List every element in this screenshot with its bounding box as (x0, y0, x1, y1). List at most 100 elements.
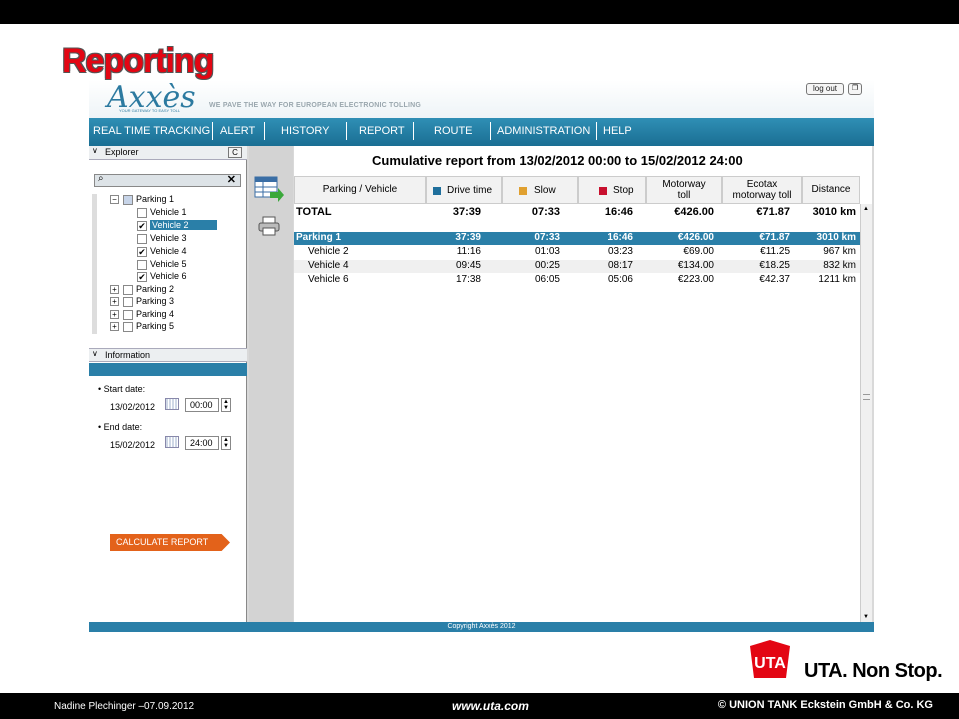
chevron-down-icon: ∨ (92, 349, 98, 358)
scroll-up-icon[interactable]: ▲ (863, 206, 869, 212)
report-scrollbar[interactable]: ▲ ▼ (860, 204, 872, 622)
window-restore-icon[interactable]: ❐ (848, 83, 862, 95)
cell-name: Vehicle 6 (308, 274, 349, 285)
logout-button[interactable]: log out (806, 83, 844, 95)
print-icon[interactable] (258, 216, 280, 236)
table-row[interactable]: Vehicle 2 11:16 01:03 03:23 €69.00 €11.2… (294, 246, 860, 259)
table-row-parking[interactable]: Parking 1 37:39 07:33 16:46 €426.00 €71.… (294, 232, 860, 245)
axxes-logo-subtitle: YOUR GATEWAY TO EASY TOLL (119, 108, 181, 113)
cell-drive: 09:45 (455, 260, 481, 271)
tree-checkbox-checked[interactable]: ✔ (137, 272, 147, 282)
tree-checkbox[interactable] (137, 208, 147, 218)
end-date-label: • End date: (98, 422, 143, 432)
tree-item-label: Parking 4 (136, 309, 175, 319)
cell-stop: 16:46 (604, 206, 633, 218)
table-row[interactable]: Vehicle 6 17:38 06:05 05:06 €223.00 €42.… (294, 274, 860, 287)
tree-item-label: Vehicle 1 (150, 207, 187, 217)
axxes-app-window: Axxès YOUR GATEWAY TO EASY TOLL WE PAVE … (89, 80, 874, 632)
website-link[interactable]: www.uta.com (452, 699, 529, 713)
tree-checkbox[interactable] (123, 297, 133, 307)
nav-help[interactable]: HELP (603, 125, 632, 137)
nav-real-time-tracking[interactable]: REAL TIME TRACKING (93, 125, 210, 137)
cell-ecotax: €42.37 (759, 274, 790, 285)
col-header-ecotax-line1: Ecotax (746, 179, 778, 190)
cell-motorway: €134.00 (677, 260, 714, 271)
col-header-name-text: Parking / Vehicle (322, 184, 398, 195)
export-excel-icon[interactable] (254, 176, 284, 204)
cell-drive: 37:39 (455, 232, 481, 243)
tree-checkbox[interactable] (123, 322, 133, 332)
scroll-down-icon[interactable]: ▼ (863, 614, 869, 620)
calendar-icon[interactable] (165, 398, 179, 410)
nav-administration[interactable]: ADMINISTRATION (497, 125, 590, 137)
cell-name: TOTAL (296, 206, 332, 218)
collapse-node-icon[interactable]: − (110, 195, 119, 204)
scroll-thumb[interactable] (863, 394, 870, 400)
tree-item-label: Vehicle 3 (150, 233, 187, 243)
cell-slow: 06:05 (534, 274, 560, 285)
expand-node-icon[interactable]: + (110, 297, 119, 306)
end-time-spinner[interactable]: ▲ ▼ (221, 436, 231, 450)
start-time-input[interactable]: 00:00 (185, 398, 219, 412)
end-time-input[interactable]: 24:00 (185, 436, 219, 450)
table-row[interactable]: Vehicle 4 09:45 00:25 08:17 €134.00 €18.… (294, 260, 860, 273)
calendar-icon[interactable] (165, 436, 179, 448)
cell-slow: 07:33 (531, 206, 560, 218)
tree-item-label: Vehicle 6 (150, 271, 187, 281)
expand-node-icon[interactable]: + (110, 322, 119, 331)
nav-history[interactable]: HISTORY (281, 125, 330, 137)
cell-drive: 17:38 (455, 274, 481, 285)
start-date-label-text: Start date: (103, 384, 146, 394)
nav-alert[interactable]: ALERT (220, 125, 255, 137)
information-header[interactable]: ∨ Information (89, 348, 247, 362)
nav-report[interactable]: REPORT (359, 125, 405, 137)
nav-separator (413, 122, 414, 140)
start-time-spinner[interactable]: ▲ ▼ (221, 398, 231, 412)
collapse-panel-button[interactable]: C (228, 147, 242, 158)
legend-stop-swatch (599, 187, 607, 195)
col-header-drive-text: Drive time (447, 185, 493, 196)
col-header-ecotax: Ecotax motorway toll (722, 176, 802, 204)
cell-ecotax: €71.87 (759, 232, 790, 243)
cell-drive: 11:16 (456, 246, 481, 257)
tree-item-label: Vehicle 4 (150, 246, 187, 256)
tree-item-label: Parking 3 (136, 296, 175, 306)
cell-motorway: €69.00 (683, 246, 714, 257)
slide-bottom-bar: Nadine Plechinger –07.09.2012 www.uta.co… (0, 693, 959, 719)
tree-item-label: Vehicle 2 (150, 220, 217, 230)
explorer-search-input[interactable]: ⌕ ✕ (94, 173, 241, 187)
col-header-distance: Distance (802, 176, 860, 204)
calculate-report-button[interactable]: CALCULATE REPORT (110, 534, 230, 551)
cell-distance: 3010 km (812, 206, 856, 218)
col-header-name: Parking / Vehicle (294, 176, 426, 204)
tree-item-label: Parking 2 (136, 284, 175, 294)
cell-distance: 967 km (823, 246, 856, 257)
tree-checkbox[interactable] (123, 285, 133, 295)
nav-separator (346, 122, 347, 140)
tree-checkbox-checked[interactable]: ✔ (137, 221, 147, 231)
main-nav: REAL TIME TRACKING ALERT HISTORY REPORT … (89, 118, 874, 146)
slide-top-bar (0, 0, 959, 24)
cell-stop: 03:23 (607, 246, 633, 257)
uta-logo: UTA (750, 640, 790, 678)
cell-name: Vehicle 4 (308, 260, 349, 271)
cell-motorway: €426.00 (674, 206, 714, 218)
cell-stop: 05:06 (607, 274, 633, 285)
tree-checkbox[interactable] (123, 310, 133, 320)
cell-slow: 01:03 (534, 246, 560, 257)
start-date-value[interactable]: 13/02/2012 (110, 402, 155, 412)
nav-route[interactable]: ROUTE (434, 125, 473, 137)
expand-node-icon[interactable]: + (110, 310, 119, 319)
end-date-value[interactable]: 15/02/2012 (110, 440, 155, 450)
tree-scrollbar[interactable] (92, 194, 97, 334)
col-header-motorway-toll: Motorway toll (646, 176, 722, 204)
tree-checkbox-checked[interactable]: ✔ (137, 247, 147, 257)
explorer-header[interactable]: ∨ Explorer C (89, 146, 247, 160)
clear-search-icon[interactable]: ✕ (227, 173, 236, 186)
table-row-total[interactable]: TOTAL 37:39 07:33 16:46 €426.00 €71.87 3… (294, 206, 860, 219)
tree-checkbox[interactable] (137, 234, 147, 244)
tree-checkbox-partial[interactable] (123, 195, 133, 205)
tree-checkbox[interactable] (137, 260, 147, 270)
left-panel: ∨ Explorer C ⌕ ✕ − Parking 1 Vehicle 1 ✔… (89, 146, 247, 632)
expand-node-icon[interactable]: + (110, 285, 119, 294)
